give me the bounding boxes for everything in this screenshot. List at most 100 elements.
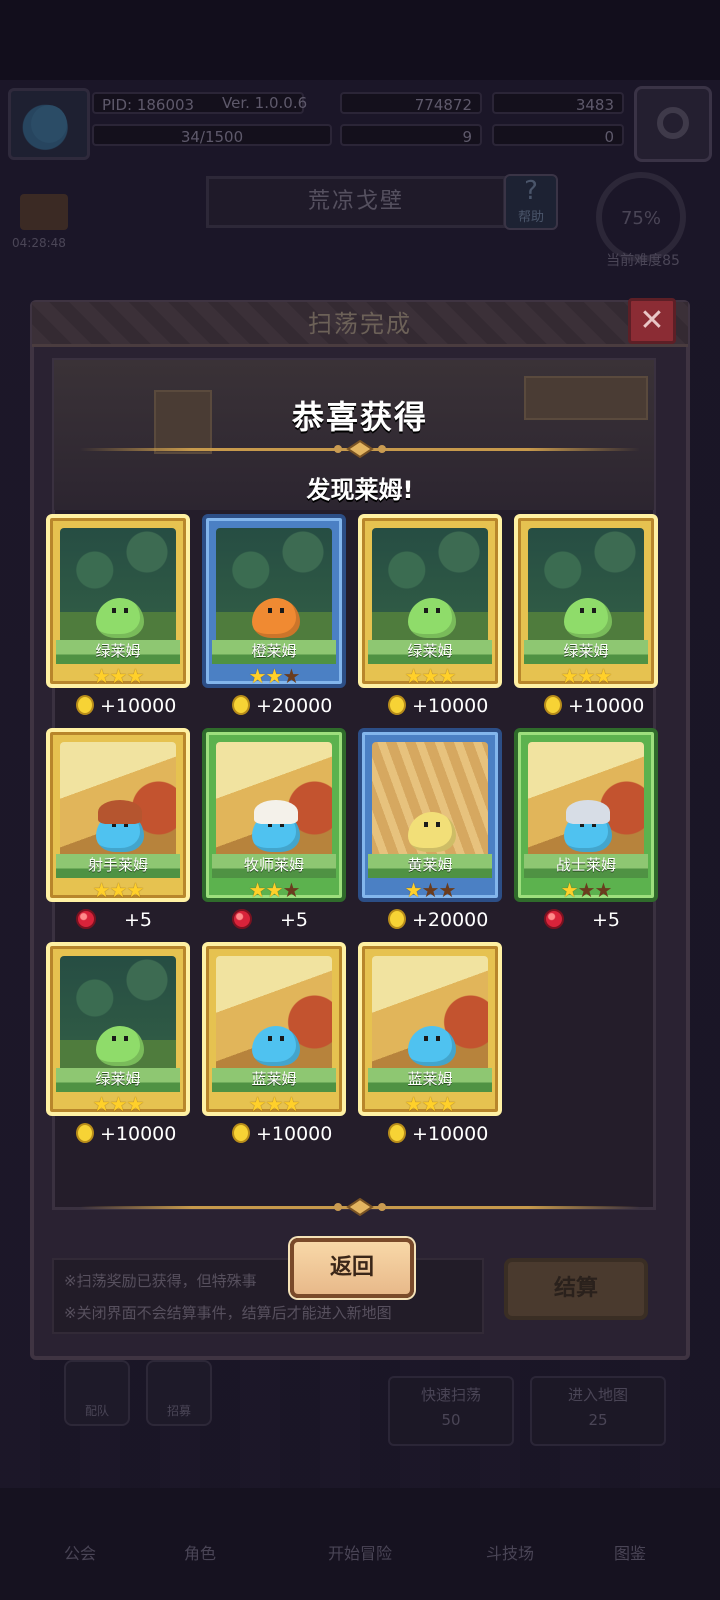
close-button[interactable]: ✕ (628, 298, 676, 344)
star-empty-icon: ★ (421, 878, 440, 902)
player-avatar[interactable] (8, 88, 90, 160)
card-art (60, 528, 176, 648)
slime-name: 绿莱姆 (368, 640, 492, 664)
reward-value: +10000 (568, 695, 645, 717)
reward-value: +5 (592, 909, 621, 931)
star-filled-icon: ★ (265, 664, 284, 688)
slime-eye (280, 608, 284, 613)
slime-sprite (96, 598, 144, 638)
avatar-face (31, 105, 67, 143)
slime-card[interactable]: 黄莱姆 ★★★ (358, 728, 502, 902)
slime-card[interactable]: 蓝莱姆 ★★★ (202, 942, 346, 1116)
slime-card[interactable]: 战士莱姆 ★★★ (514, 728, 658, 902)
star-rating: ★★★ (50, 666, 186, 686)
enter-map-button[interactable]: 进入地图 25 (530, 1376, 666, 1446)
star-filled-icon: ★ (126, 1092, 144, 1116)
reward-amount: +10000 (76, 692, 176, 720)
back-button[interactable]: 返回 (290, 1238, 414, 1298)
slime-card[interactable]: 蓝莱姆 ★★★ (358, 942, 502, 1116)
star-filled-icon: ★ (248, 1092, 267, 1116)
slime-eye (112, 608, 116, 613)
slime-card[interactable]: 绿莱姆 ★★★ (358, 514, 502, 688)
star-empty-icon: ★ (577, 878, 596, 902)
reward-amount: +20000 (232, 692, 332, 720)
slime-card[interactable]: 牧师莱姆 ★★★ (202, 728, 346, 902)
reward-value: +20000 (256, 695, 333, 717)
star-rating: ★★★ (206, 1094, 342, 1114)
exp-bar: 34/1500 (92, 124, 332, 146)
slime-sprite (252, 598, 300, 638)
slime-sprite (564, 598, 612, 638)
card-art (372, 528, 488, 648)
slime-eye (592, 608, 596, 613)
nav-guild[interactable]: 公会 (30, 1540, 130, 1600)
star-rating: ★★★ (206, 880, 342, 900)
slime-eye (436, 822, 440, 827)
slime-name: 牧师莱姆 (212, 854, 336, 878)
slime-eye (268, 608, 272, 613)
settings-button[interactable] (634, 86, 712, 162)
star-filled-icon: ★ (421, 1092, 440, 1116)
slime-sprite (408, 812, 456, 852)
star-rating: ★★★ (362, 666, 498, 686)
card-art (216, 956, 332, 1076)
star-filled-icon: ★ (92, 664, 111, 688)
coin-icon (388, 695, 406, 715)
slime-name: 绿莱姆 (56, 640, 180, 664)
slime-sprite (96, 1026, 144, 1066)
slime-card[interactable]: 射手莱姆 ★★★ (46, 728, 190, 902)
slime-card[interactable]: 绿莱姆 ★★★ (514, 514, 658, 688)
nav-codex[interactable]: 图鉴 (580, 1540, 680, 1600)
star-filled-icon: ★ (92, 878, 111, 902)
star-empty-icon: ★ (282, 878, 300, 902)
nav-arena-label: 斗技场 (485, 1544, 534, 1563)
notice-box: ※扫荡奖励已获得，但特殊事 ※关闭界面不会结算事件，结算后才能进入新地图 (52, 1258, 484, 1334)
card-art (372, 742, 488, 862)
team-button[interactable]: 配队 (64, 1360, 130, 1426)
nav-start-label: 开始冒险 (327, 1544, 392, 1563)
slime-eye (124, 608, 128, 613)
quick-sweep-label: 快速扫荡 (420, 1386, 481, 1404)
star-filled-icon: ★ (92, 1092, 111, 1116)
chest-timer: 04:28:48 (12, 236, 66, 250)
help-button[interactable]: ? 帮助 (504, 174, 558, 230)
enter-map-cost: 25 (588, 1411, 608, 1429)
quick-sweep-cost: 50 (441, 1411, 461, 1429)
reward-amount: +5 (76, 906, 152, 934)
nav-arena[interactable]: 斗技场 (460, 1540, 560, 1600)
recruit-button[interactable]: 招募 (146, 1360, 212, 1426)
settle-button[interactable]: 结算 (504, 1258, 648, 1320)
team-icon (66, 1362, 128, 1402)
slime-card[interactable]: 绿莱姆 ★★★ (46, 942, 190, 1116)
nav-start-adventure[interactable]: 开始冒险 (300, 1540, 420, 1600)
coin-icon (76, 695, 94, 715)
map-title: 荒凉戈壁 (206, 176, 506, 228)
ruby-icon (544, 909, 564, 929)
star-rating: ★★★ (518, 880, 654, 900)
reward-amount: +10000 (76, 1120, 176, 1148)
star-rating: ★★★ (518, 666, 654, 686)
reward-value: +10000 (100, 695, 177, 717)
difficulty-ring: 75% (596, 172, 686, 262)
found-slime-heading: 发现莱姆! (306, 476, 414, 504)
star-filled-icon: ★ (126, 878, 144, 902)
star-filled-icon: ★ (404, 878, 423, 902)
chest-icon[interactable] (20, 194, 68, 230)
card-art (60, 742, 176, 862)
slime-eye (424, 822, 428, 827)
star-filled-icon: ★ (404, 664, 423, 688)
star-filled-icon: ★ (248, 664, 267, 688)
slime-card[interactable]: 橙莱姆 ★★★ (202, 514, 346, 688)
coin-icon (232, 1123, 250, 1143)
star-filled-icon: ★ (404, 1092, 423, 1116)
nav-character[interactable]: 角色 (150, 1540, 250, 1600)
reward-value: +10000 (412, 1123, 489, 1145)
reward-value: +5 (124, 909, 153, 931)
reward-value: +20000 (412, 909, 489, 931)
star-filled-icon: ★ (560, 878, 579, 902)
reward-amount: +10000 (232, 1120, 332, 1148)
version-label: Ver. 1.0.0.6 (222, 94, 308, 112)
quick-sweep-button[interactable]: 快速扫荡 50 (388, 1376, 514, 1446)
enter-map-label: 进入地图 (567, 1386, 628, 1404)
slime-card[interactable]: 绿莱姆 ★★★ (46, 514, 190, 688)
